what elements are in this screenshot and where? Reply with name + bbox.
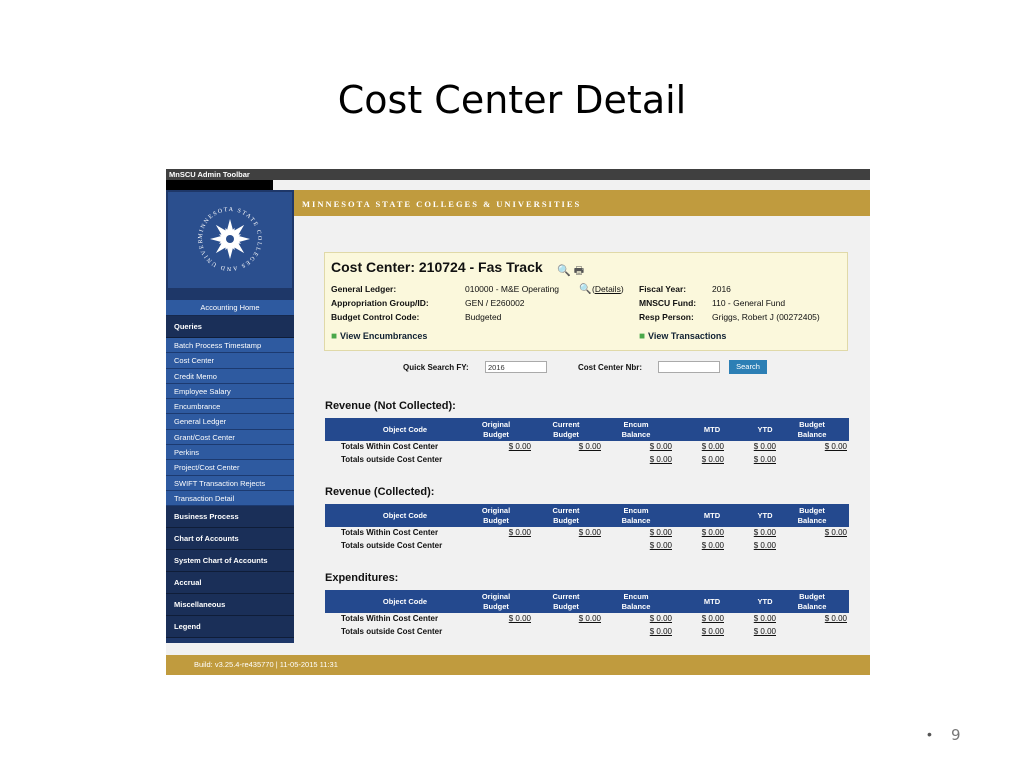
table-row: Totals outside Cost Center $ 0.00 $ 0.00… <box>341 626 776 636</box>
nav-section-accrual[interactable]: Accrual <box>166 572 294 595</box>
slide-page-number: 9 <box>951 726 961 744</box>
logo-box: MINNESOTA STATE COLLEGES AND UNIVERSITIE… <box>168 192 292 288</box>
money-icon: ■ <box>639 331 646 342</box>
nav-item-employee-salary[interactable]: Employee Salary <box>166 383 294 400</box>
quick-search-fy-input[interactable]: 2016 <box>485 361 547 373</box>
nav-accounting-home[interactable]: Accounting Home <box>166 300 294 316</box>
nav-section-queries[interactable]: Queries <box>166 316 294 338</box>
table-row: Totals outside Cost Center $ 0.00 $ 0.00… <box>341 540 776 550</box>
search-button[interactable]: Search <box>729 360 767 374</box>
cost-center-summary: Cost Center: 210724 - Fas Track 🔍 🖶 Gene… <box>324 252 848 351</box>
cost-center-nbr-label: Cost Center Nbr: <box>578 363 643 372</box>
nav-item-swift-transaction-rejects[interactable]: SWIFT Transaction Rejects <box>166 475 294 491</box>
nav-item-encumbrance[interactable]: Encumbrance <box>166 399 294 415</box>
view-transactions-link[interactable]: ■ View Transactions <box>639 331 726 342</box>
resp-person-value: Griggs, Robert J (00272405) <box>712 312 820 322</box>
money-icon: ■ <box>331 331 338 342</box>
binoculars-icon[interactable]: 🔍 <box>557 265 571 277</box>
table-row: Totals Within Cost Center $ 0.00 $ 0.00 … <box>341 442 847 451</box>
nav-item-project-cost-center[interactable]: Project/Cost Center <box>166 460 294 476</box>
nav-item-grant-cost-center[interactable]: Grant/Cost Center <box>166 429 294 446</box>
resp-person-label: Resp Person: <box>639 312 694 322</box>
screenshot-window: MnSCU Admin Toolbar MINNESOTA STATE COLL… <box>166 169 870 675</box>
section-title-expenditures: Expenditures: <box>325 572 399 584</box>
nav-section-business-process[interactable]: Business Process <box>166 506 294 529</box>
binoculars-icon[interactable]: 🔍 <box>579 284 591 295</box>
slide-bullet: • <box>927 726 932 742</box>
table-row: Totals Within Cost Center $ 0.00 $ 0.00 … <box>341 528 847 537</box>
table-header: Object Code Original Budget Current Budget… <box>325 590 849 613</box>
general-ledger-label: General Ledger: <box>331 284 397 294</box>
revenue-collected-table: Object Code Original Budget Current Budget… <box>325 504 849 552</box>
appropriation-value: GEN / E260002 <box>465 298 525 308</box>
expenditures-table: Object Code Original Budget Current Budget… <box>325 590 849 638</box>
revenue-not-collected-table: Object Code Original Budget Current Budget… <box>325 418 849 466</box>
budget-control-value: Budgeted <box>465 312 502 322</box>
nav-section-system-chart-of-accounts[interactable]: System Chart of Accounts <box>166 550 294 573</box>
table-row: Totals Within Cost Center $ 0.00 $ 0.00 … <box>341 614 847 623</box>
quick-search-fy-label: Quick Search FY: <box>403 363 469 372</box>
nav-section-chart-of-accounts[interactable]: Chart of Accounts <box>166 528 294 551</box>
cost-center-nbr-input[interactable] <box>658 361 720 373</box>
th-object-code: Object Code <box>382 425 428 434</box>
table-header: Object Code Original Budget Current Budget… <box>325 418 849 441</box>
general-ledger-value: 010000 - M&E Operating <box>465 284 560 294</box>
fiscal-year-label: Fiscal Year: <box>639 284 687 294</box>
section-title-revenue-not-collected: Revenue (Not Collected): <box>325 400 456 412</box>
nav-item-perkins[interactable]: Perkins <box>166 445 294 461</box>
build-footer: Build: v3.25.4-re435770 | 11-05-2015 11:… <box>166 655 870 675</box>
mnscu-star-logo: MINNESOTA STATE COLLEGES AND UNIVERSITIE… <box>192 196 261 271</box>
nav-item-cost-center[interactable]: Cost Center <box>166 353 294 369</box>
fund-label: MNSCU Fund: <box>639 298 697 308</box>
fund-value: 110 - General Fund <box>712 298 786 308</box>
nav-section-miscellaneous[interactable]: Miscellaneous <box>166 594 294 617</box>
budget-control-label: Budget Control Code: <box>331 312 420 322</box>
fiscal-year-value: 2016 <box>712 284 731 294</box>
table-header: Object Code Original Budget Current Budget… <box>325 504 849 527</box>
nav-item-general-ledger[interactable]: General Ledger <box>166 414 294 430</box>
nav-item-credit-memo[interactable]: Credit Memo <box>166 368 294 384</box>
section-title-revenue-collected: Revenue (Collected): <box>325 486 435 498</box>
cost-center-title: Cost Center: 210724 - Fas Track <box>331 259 543 275</box>
nav-item-transaction-detail[interactable]: Transaction Detail <box>166 490 294 507</box>
admin-toolbar[interactable]: MnSCU Admin Toolbar <box>166 169 870 180</box>
table-row: Totals outside Cost Center $ 0.00 $ 0.00… <box>341 454 776 464</box>
slide-title: Cost Center Detail <box>337 78 687 122</box>
university-banner: MINNESOTA STATE COLLEGES & UNIVERSITIES <box>294 190 870 216</box>
toolbar-strip <box>166 180 273 190</box>
appropriation-label: Appropriation Group/ID: <box>331 298 429 308</box>
nav-item-batch-process-timestamp[interactable]: Batch Process Timestamp <box>166 338 294 354</box>
printer-icon[interactable]: 🖶 <box>574 265 584 277</box>
view-encumbrances-link[interactable]: ■ View Encumbrances <box>331 331 427 342</box>
nav-section-legend[interactable]: Legend <box>166 616 294 639</box>
details-link[interactable]: Details <box>595 284 621 294</box>
sidebar: MINNESOTA STATE COLLEGES AND UNIVERSITIE… <box>166 190 294 643</box>
sidebar-nav: Accounting Home Queries Batch Process Ti… <box>166 300 294 639</box>
